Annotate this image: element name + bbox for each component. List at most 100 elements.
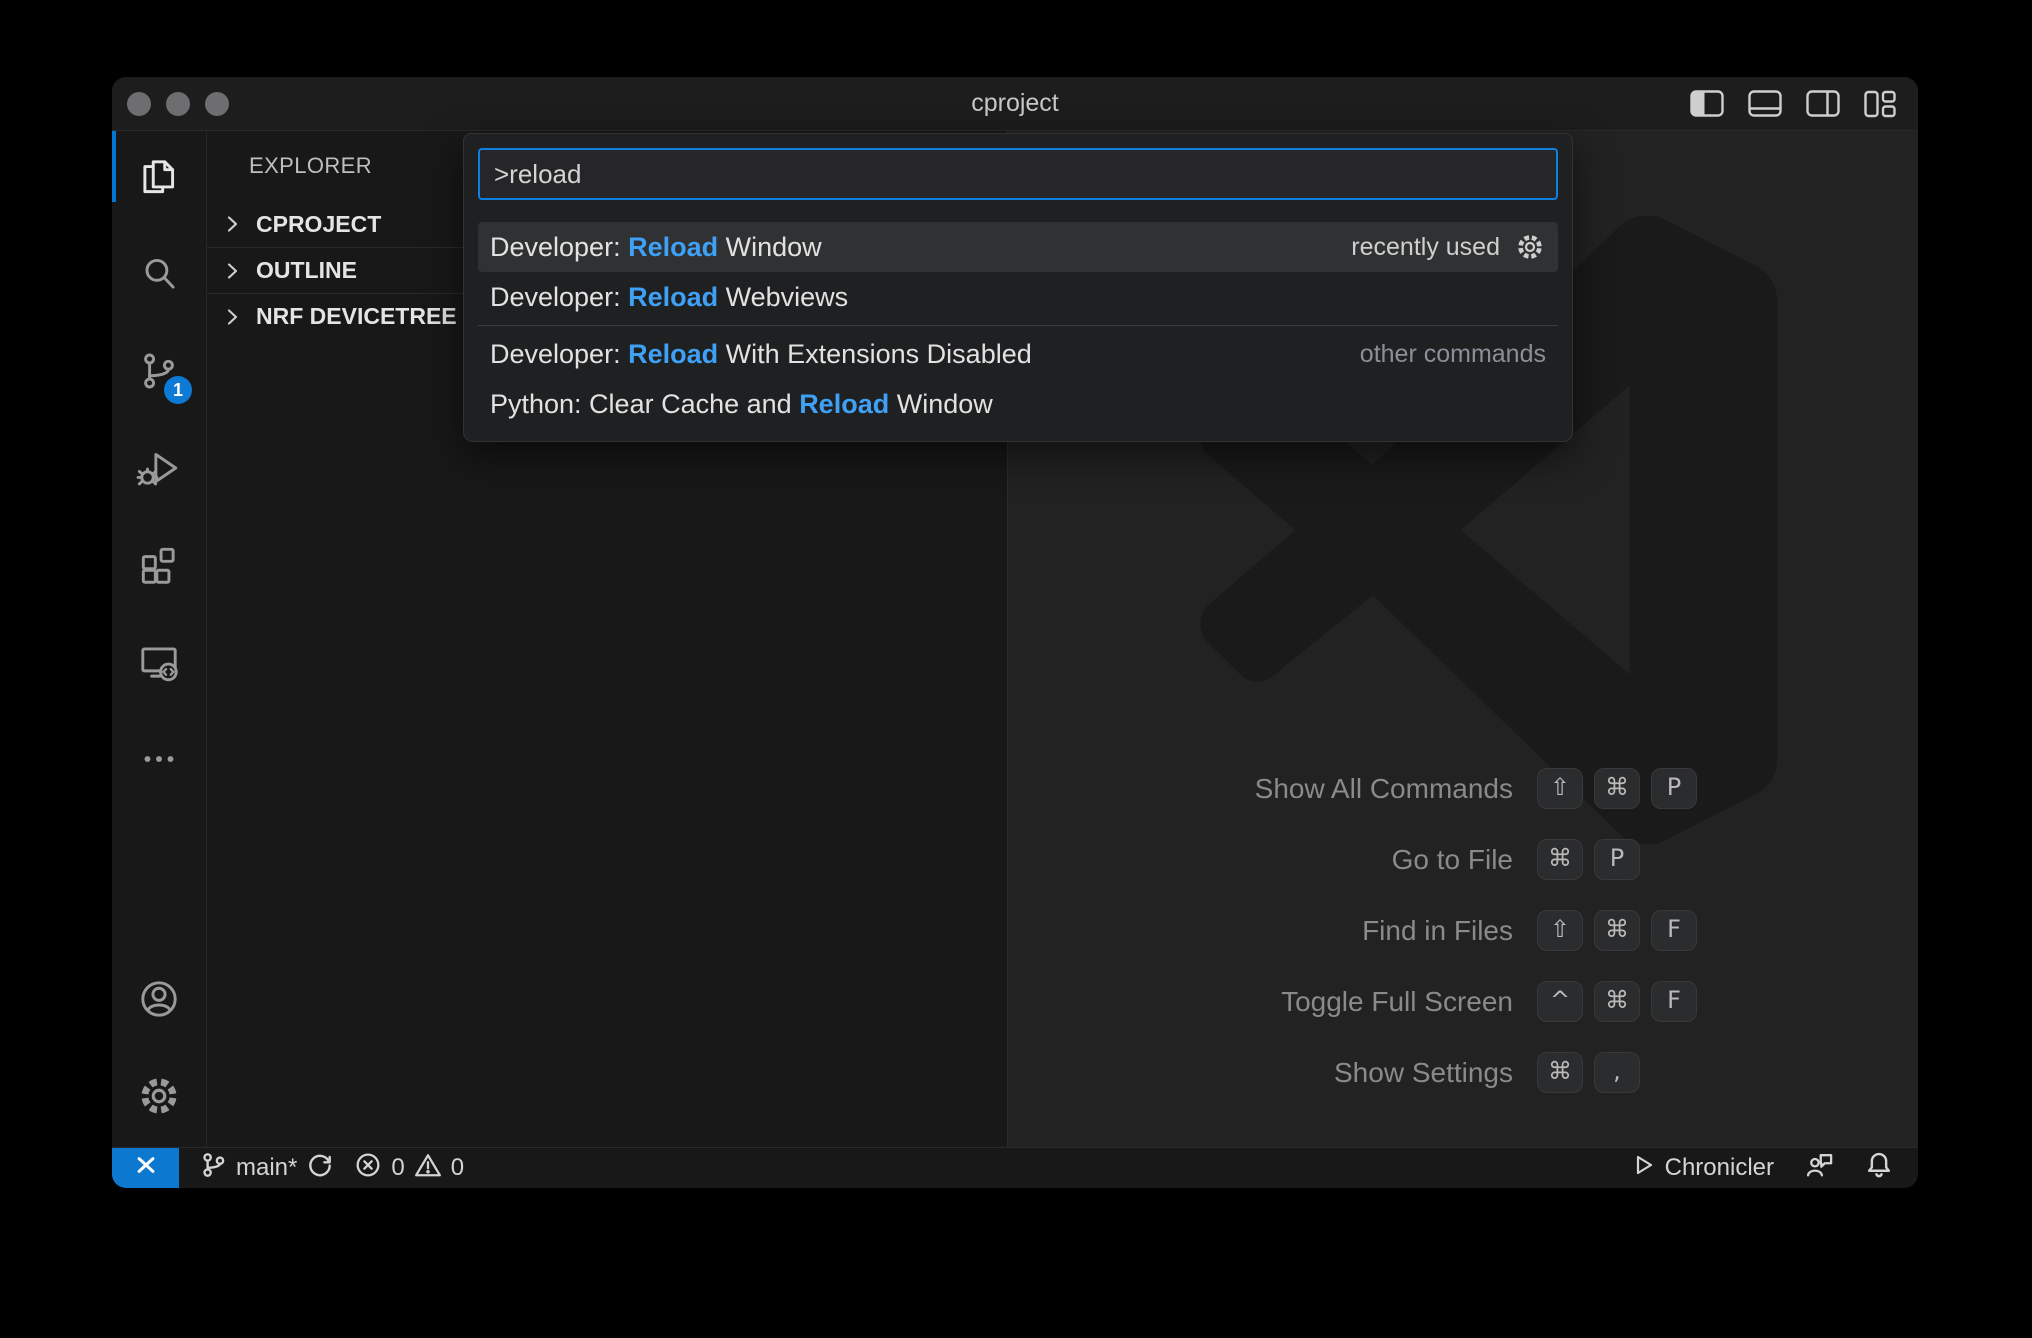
shortcut-keys: ^ ⌘ F bbox=[1537, 981, 1918, 1022]
shortcut-label: Show All Commands bbox=[1008, 773, 1513, 805]
vscode-window: cproject bbox=[112, 77, 1918, 1188]
command-input[interactable] bbox=[478, 148, 1558, 200]
activity-bar: 1 bbox=[112, 131, 207, 1147]
p-key: P bbox=[1651, 768, 1697, 809]
shortcut-keys: ⇧ ⌘ F bbox=[1537, 910, 1918, 951]
settings-button[interactable] bbox=[112, 1050, 206, 1147]
cmd-key: ⌘ bbox=[1537, 839, 1583, 880]
zoom-window-button[interactable] bbox=[205, 92, 229, 116]
shortcut-keys: ⌘ , bbox=[1537, 1052, 1918, 1093]
sidebar-item-source-control[interactable]: 1 bbox=[112, 325, 206, 422]
errors-count: 0 bbox=[391, 1154, 404, 1182]
section-label: OUTLINE bbox=[256, 257, 357, 284]
shortcut-label: Go to File bbox=[1008, 844, 1513, 876]
shortcut-keys: ⇧ ⌘ P bbox=[1537, 768, 1918, 809]
command-list: Developer: Reload Window recently used D… bbox=[478, 222, 1558, 429]
toggle-panel-icon[interactable] bbox=[1748, 90, 1782, 117]
command-item-reload-webviews[interactable]: Developer: Reload Webviews bbox=[478, 272, 1558, 322]
cmd-key: ⌘ bbox=[1594, 768, 1640, 809]
sidebar-item-search[interactable] bbox=[112, 228, 206, 325]
desktop-background: cproject bbox=[0, 0, 2032, 1338]
sidebar-item-extensions[interactable] bbox=[112, 519, 206, 616]
f-key: F bbox=[1651, 981, 1697, 1022]
command-text: Python: Clear Cache and Reload Window bbox=[490, 389, 993, 420]
toggle-secondary-sidebar-icon[interactable] bbox=[1806, 90, 1840, 117]
remote-explorer-icon bbox=[136, 639, 182, 690]
ellipsis-icon bbox=[136, 736, 182, 787]
command-meta: other commands bbox=[1360, 340, 1546, 369]
account-icon bbox=[136, 976, 182, 1027]
sync-icon[interactable] bbox=[306, 1151, 334, 1186]
gear-icon bbox=[136, 1073, 182, 1124]
section-label: NRF DEVICETREE bbox=[256, 303, 457, 330]
status-bar-right: Chronicler bbox=[1630, 1150, 1918, 1187]
branch-status[interactable]: main* bbox=[199, 1151, 334, 1186]
minimize-window-button[interactable] bbox=[166, 92, 190, 116]
command-item-reload-extensions-disabled[interactable]: Developer: Reload With Extensions Disabl… bbox=[478, 329, 1558, 379]
play-icon bbox=[1630, 1152, 1656, 1185]
command-text: Developer: Reload With Extensions Disabl… bbox=[490, 339, 1032, 370]
shortcut-keys: ⌘ P bbox=[1537, 839, 1918, 880]
shortcut-row: Show Settings ⌘ , bbox=[1008, 1037, 1918, 1108]
search-icon bbox=[136, 251, 182, 302]
chevron-right-icon bbox=[221, 213, 243, 235]
debug-icon bbox=[136, 445, 182, 496]
errors-icon bbox=[354, 1151, 382, 1186]
shortcut-label: Show Settings bbox=[1008, 1057, 1513, 1089]
window-title: cproject bbox=[112, 89, 1918, 118]
extensions-icon bbox=[136, 542, 182, 593]
git-branch-icon bbox=[199, 1151, 227, 1186]
sidebar-item-more[interactable] bbox=[112, 713, 206, 810]
shortcut-row: Go to File ⌘ P bbox=[1008, 824, 1918, 895]
activity-bar-top: 1 bbox=[112, 131, 206, 810]
chevron-right-icon bbox=[221, 260, 243, 282]
feedback-icon[interactable] bbox=[1804, 1150, 1834, 1187]
traffic-lights bbox=[127, 77, 229, 130]
command-meta: recently used bbox=[1351, 233, 1500, 262]
remote-indicator[interactable] bbox=[112, 1148, 179, 1188]
group-separator bbox=[478, 325, 1558, 326]
shortcut-row: Toggle Full Screen ^ ⌘ F bbox=[1008, 966, 1918, 1037]
title-bar: cproject bbox=[112, 77, 1918, 131]
cmd-key: ⌘ bbox=[1594, 910, 1640, 951]
command-item-reload-window[interactable]: Developer: Reload Window recently used bbox=[478, 222, 1558, 272]
customize-layout-icon[interactable] bbox=[1864, 90, 1896, 118]
files-icon bbox=[136, 154, 182, 205]
remote-icon bbox=[131, 1150, 161, 1187]
shift-key: ⇧ bbox=[1537, 768, 1583, 809]
shortcut-row: Find in Files ⇧ ⌘ F bbox=[1008, 895, 1918, 966]
sidebar-item-remote-explorer[interactable] bbox=[112, 616, 206, 713]
ctrl-key: ^ bbox=[1537, 981, 1583, 1022]
p-key: P bbox=[1594, 839, 1640, 880]
shortcut-row: Show All Commands ⇧ ⌘ P bbox=[1008, 753, 1918, 824]
chevron-right-icon bbox=[221, 306, 243, 328]
sidebar-item-explorer[interactable] bbox=[112, 131, 206, 228]
activity-bar-bottom bbox=[112, 953, 206, 1147]
bell-icon[interactable] bbox=[1864, 1150, 1894, 1187]
section-label: CPROJECT bbox=[256, 211, 381, 238]
shortcuts-watermark: Show All Commands ⇧ ⌘ P Go to File ⌘ P bbox=[1008, 753, 1918, 1108]
problems-status[interactable]: 0 0 bbox=[354, 1151, 464, 1186]
warnings-icon bbox=[414, 1151, 442, 1186]
sidebar-item-run-and-debug[interactable] bbox=[112, 422, 206, 519]
shift-key: ⇧ bbox=[1537, 910, 1583, 951]
accounts-button[interactable] bbox=[112, 953, 206, 1050]
command-palette: Developer: Reload Window recently used D… bbox=[463, 133, 1573, 442]
cmd-key: ⌘ bbox=[1594, 981, 1640, 1022]
cmd-key: ⌘ bbox=[1537, 1052, 1583, 1093]
layout-controls bbox=[1690, 77, 1896, 130]
f-key: F bbox=[1651, 910, 1697, 951]
close-window-button[interactable] bbox=[127, 92, 151, 116]
command-item-python-clear-cache[interactable]: Python: Clear Cache and Reload Window bbox=[478, 379, 1558, 429]
shortcut-label: Toggle Full Screen bbox=[1008, 986, 1513, 1018]
warnings-count: 0 bbox=[451, 1154, 464, 1182]
active-indicator bbox=[112, 131, 116, 202]
chronicler-status[interactable]: Chronicler bbox=[1630, 1152, 1774, 1185]
configure-keybinding-gear-icon[interactable] bbox=[1514, 231, 1546, 263]
status-bar: main* 0 0 Chron bbox=[112, 1147, 1918, 1188]
command-text: Developer: Reload Window bbox=[490, 232, 822, 263]
comma-key: , bbox=[1594, 1052, 1640, 1093]
chronicler-label: Chronicler bbox=[1665, 1154, 1774, 1182]
shortcut-label: Find in Files bbox=[1008, 915, 1513, 947]
toggle-primary-sidebar-icon[interactable] bbox=[1690, 90, 1724, 117]
